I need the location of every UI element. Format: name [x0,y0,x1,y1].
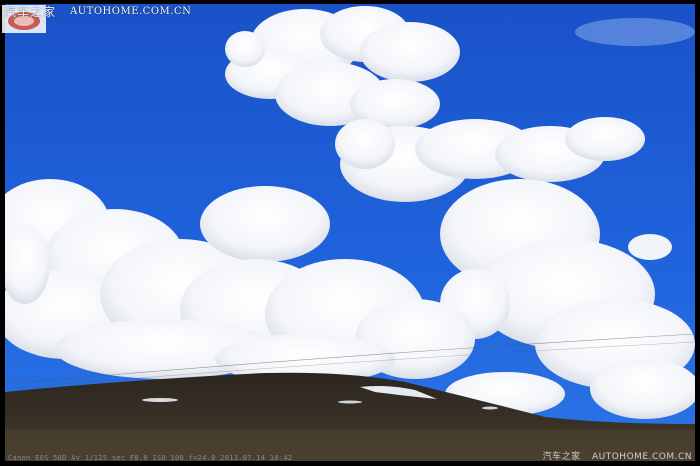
watermark-bottom-url: AUTOHOME.COM.CN [591,452,692,462]
snow-patch-small [338,400,362,404]
watermark-site-url: AUTOHOME.COM.CN [70,5,192,17]
watermark-site-cn: 汽车之家 [4,4,57,19]
watermark-bottom-cn: 汽车之家 [542,452,581,462]
snow-patch-small [482,406,498,410]
landscape-photo [5,4,695,461]
sky-hill-scene [5,4,695,461]
photo-frame: 汽车之家 AUTOHOME.COM.CN Canon EOS 50D Av 1/… [0,0,700,466]
exif-text: Canon EOS 50D Av 1/125 sec F8.0 ISO 100 … [8,454,293,462]
watermark-bottom: 汽车之家 AUTOHOME.COM.CN [543,449,692,462]
cloud-wisp [575,18,695,46]
cloud-small-right [628,234,672,260]
snow-patch-small [142,398,178,402]
watermark-top: 汽车之家 AUTOHOME.COM.CN [4,3,191,19]
